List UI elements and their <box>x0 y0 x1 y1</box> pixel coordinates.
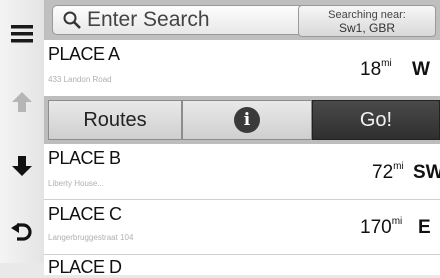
place-actions-bar: Routes i Go! <box>44 96 440 144</box>
arrow-up-icon <box>12 92 32 112</box>
list-item[interactable]: PLACE C Langerbruggestraat 104 170mi E <box>44 200 440 255</box>
searching-near-location: Sw1, GBR <box>338 21 395 35</box>
place-distance: 72mi <box>372 160 404 183</box>
distance-unit: mi <box>381 57 392 69</box>
distance-unit: mi <box>391 215 403 227</box>
arrow-down-icon <box>12 156 32 176</box>
scroll-up-button[interactable] <box>0 82 44 122</box>
place-direction: W <box>412 59 430 80</box>
distance-unit: mi <box>393 160 404 172</box>
list-item[interactable]: PLACE A 433 Landon Road 18mi W <box>44 40 440 97</box>
place-name: PLACE C <box>48 204 122 224</box>
search-input[interactable] <box>87 8 317 32</box>
scroll-down-button[interactable] <box>0 146 44 186</box>
hamburger-menu-icon <box>11 25 33 43</box>
place-distance: 170mi <box>360 215 403 238</box>
place-name: PLACE D <box>48 257 122 277</box>
place-address: 433 Landon Road <box>48 75 112 84</box>
menu-button[interactable] <box>0 14 44 54</box>
left-rail <box>0 0 45 263</box>
place-direction: E <box>418 217 431 238</box>
routes-button[interactable]: Routes <box>48 100 182 140</box>
back-arrow-icon <box>11 223 32 241</box>
list-item[interactable]: PLACE D <box>44 255 440 277</box>
list-item[interactable]: PLACE B Liberty House... 72mi SW <box>44 144 440 200</box>
place-name: PLACE A <box>48 44 120 64</box>
back-button[interactable] <box>0 212 44 252</box>
place-name: PLACE B <box>48 148 121 168</box>
searching-near-button[interactable]: Searching near: Sw1, GBR <box>298 5 436 37</box>
top-bar: Searching near: Sw1, GBR <box>44 0 440 40</box>
place-address: Liberty House... <box>48 179 105 188</box>
search-icon <box>63 11 81 29</box>
go-button[interactable]: Go! <box>312 100 440 140</box>
info-icon: i <box>234 107 260 133</box>
place-distance: 18mi <box>360 57 392 80</box>
place-address: Langerbruggestraat 104 <box>48 233 134 242</box>
place-direction: SW <box>413 162 440 183</box>
info-button[interactable]: i <box>182 100 312 140</box>
search-box[interactable] <box>52 5 335 35</box>
